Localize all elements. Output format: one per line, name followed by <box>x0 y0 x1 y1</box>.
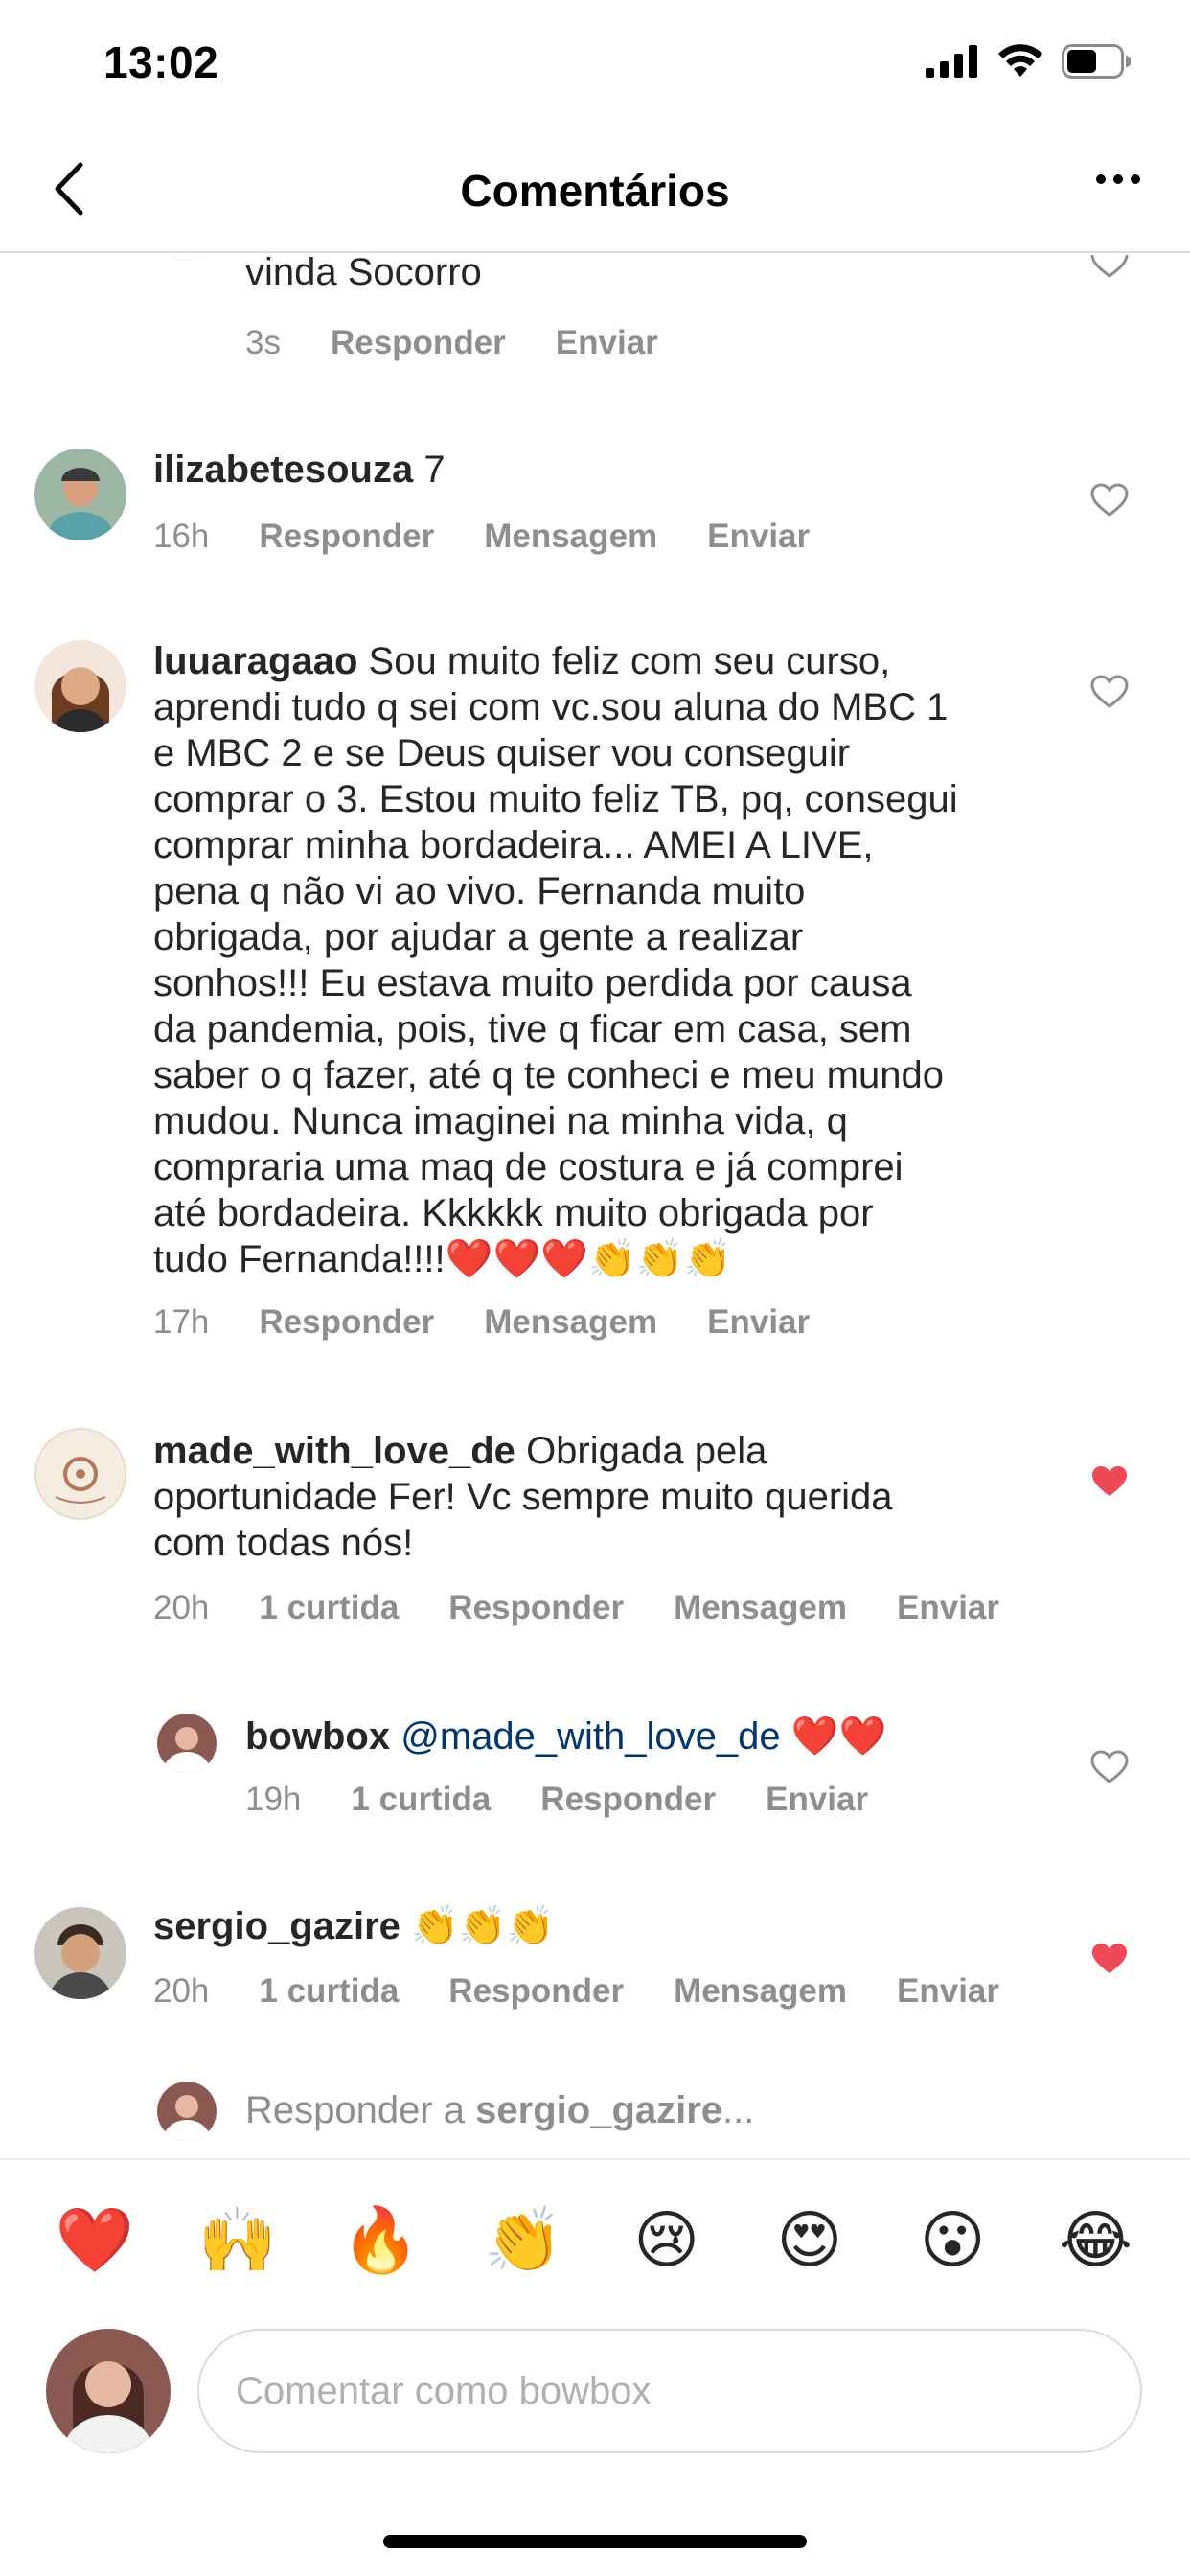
comment-username[interactable]: made_with_love_de <box>153 1430 515 1472</box>
status-time: 13:02 <box>103 37 219 87</box>
emoji-quick-bar: ❤️ 🙌 🔥 👏 😢 😍 😮 😂 <box>0 2158 1190 2319</box>
comment-username[interactable]: luuaragaao <box>153 640 357 682</box>
current-user-avatar <box>46 2329 171 2453</box>
comment-meta: 17h Responder Mensagem Enviar <box>153 1303 810 1342</box>
emoji-raised-hands-button[interactable]: 🙌 <box>195 2208 281 2271</box>
avatar[interactable] <box>157 1714 217 1773</box>
send-button[interactable]: Enviar <box>707 1303 810 1342</box>
reply-prompt: Responder a sergio_gazire... <box>245 2089 755 2131</box>
likes-count[interactable]: 1 curtida <box>259 1972 399 2011</box>
comment-time: 20h <box>153 1972 210 2010</box>
like-heart-icon[interactable] <box>1090 255 1129 279</box>
avatar[interactable] <box>34 640 126 732</box>
emoji-clap-button[interactable]: 👏 <box>480 2208 566 2271</box>
reply-button[interactable]: Responder <box>540 1781 716 1819</box>
avatar[interactable] <box>157 255 217 261</box>
emoji-heart-eyes-button[interactable]: 😍 <box>767 2208 853 2271</box>
avatar[interactable] <box>34 448 126 540</box>
comment-composer <box>0 2319 1190 2472</box>
comment-text: vinda Socorro <box>245 255 482 293</box>
reply-button[interactable]: Responder <box>448 1589 624 1627</box>
comment-meta: 19h 1 curtida Responder Enviar <box>245 1781 868 1819</box>
message-button[interactable]: Mensagem <box>674 1589 847 1627</box>
send-button[interactable]: Enviar <box>766 1781 868 1819</box>
message-button[interactable]: Mensagem <box>484 1303 657 1342</box>
emoji-crying-button[interactable]: 😢 <box>624 2208 710 2271</box>
emoji-surprised-button[interactable]: 😮 <box>909 2208 995 2271</box>
reply-button[interactable]: Responder <box>331 324 506 362</box>
emoji-laughing-button[interactable]: 😂 <box>1052 2208 1138 2271</box>
page-title: Comentários <box>460 166 730 216</box>
likes-count[interactable]: 1 curtida <box>351 1781 491 1819</box>
comment-input[interactable] <box>197 2329 1142 2453</box>
send-button[interactable]: Enviar <box>897 1972 999 2011</box>
comment-username[interactable]: ilizabetesouza <box>153 448 413 491</box>
reply-button[interactable]: Responder <box>448 1972 624 2011</box>
liked-heart-icon[interactable] <box>1090 1464 1129 1499</box>
comment-time: 19h <box>245 1781 302 1818</box>
comment-time: 3s <box>245 324 281 361</box>
like-heart-icon[interactable] <box>1090 675 1129 709</box>
comment-meta: 3s Responder Enviar <box>245 324 658 362</box>
liked-heart-icon[interactable] <box>1090 1942 1129 1976</box>
comment-text: ilizabetesouza 7 <box>153 448 446 491</box>
battery-icon <box>1062 44 1131 79</box>
status-bar: 13:02 <box>0 0 1190 126</box>
reply-prompt-row[interactable]: Responder a sergio_gazire... <box>0 2076 1190 2152</box>
wifi-icon <box>998 44 1042 77</box>
cellular-signal-icon <box>926 45 977 78</box>
avatar <box>157 2082 217 2141</box>
comment-time: 20h <box>153 1589 210 1626</box>
comment-text: luuaragaao Sou muito feliz com seu curso… <box>153 640 958 1280</box>
like-heart-icon[interactable] <box>1090 483 1129 518</box>
comment-meta: 20h 1 curtida Responder Mensagem Enviar <box>153 1589 999 1627</box>
avatar[interactable] <box>34 1907 126 1999</box>
comment-text: sergio_gazire 👏👏👏 <box>153 1905 555 1947</box>
send-button[interactable]: Enviar <box>556 324 658 362</box>
comment-time: 16h <box>153 518 210 555</box>
emoji-fire-button[interactable]: 🔥 <box>337 2208 423 2271</box>
message-button[interactable]: Mensagem <box>674 1972 847 2011</box>
like-heart-icon[interactable] <box>1090 1750 1129 1784</box>
comment-username[interactable]: bowbox <box>245 1715 390 1758</box>
reply-button[interactable]: Responder <box>259 518 434 556</box>
home-indicator[interactable] <box>383 2535 807 2548</box>
comment-text: made_with_love_de Obrigada pela oportuni… <box>153 1430 893 1564</box>
reply-button[interactable]: Responder <box>259 1303 434 1342</box>
comment-text: bowbox @made_with_love_de ❤️❤️ <box>245 1715 887 1758</box>
send-button[interactable]: Enviar <box>707 518 810 556</box>
comments-list[interactable]: vinda Socorro 3s Responder Enviar ilizab… <box>0 255 1190 2158</box>
status-icons <box>926 44 1131 79</box>
comment-username[interactable]: sergio_gazire <box>153 1905 400 1947</box>
more-options-icon[interactable] <box>1096 174 1140 184</box>
comment-meta: 16h Responder Mensagem Enviar <box>153 518 810 556</box>
comment-meta: 20h 1 curtida Responder Mensagem Enviar <box>153 1972 999 2011</box>
nav-header: Comentários <box>0 126 1190 253</box>
likes-count[interactable]: 1 curtida <box>259 1589 399 1627</box>
avatar[interactable] <box>34 1428 126 1520</box>
send-button[interactable]: Enviar <box>897 1589 999 1627</box>
message-button[interactable]: Mensagem <box>484 518 657 556</box>
emoji-heart-button[interactable]: ❤️ <box>52 2208 138 2271</box>
mention-link[interactable]: @made_with_love_de <box>400 1715 780 1758</box>
comment-time: 17h <box>153 1303 210 1341</box>
